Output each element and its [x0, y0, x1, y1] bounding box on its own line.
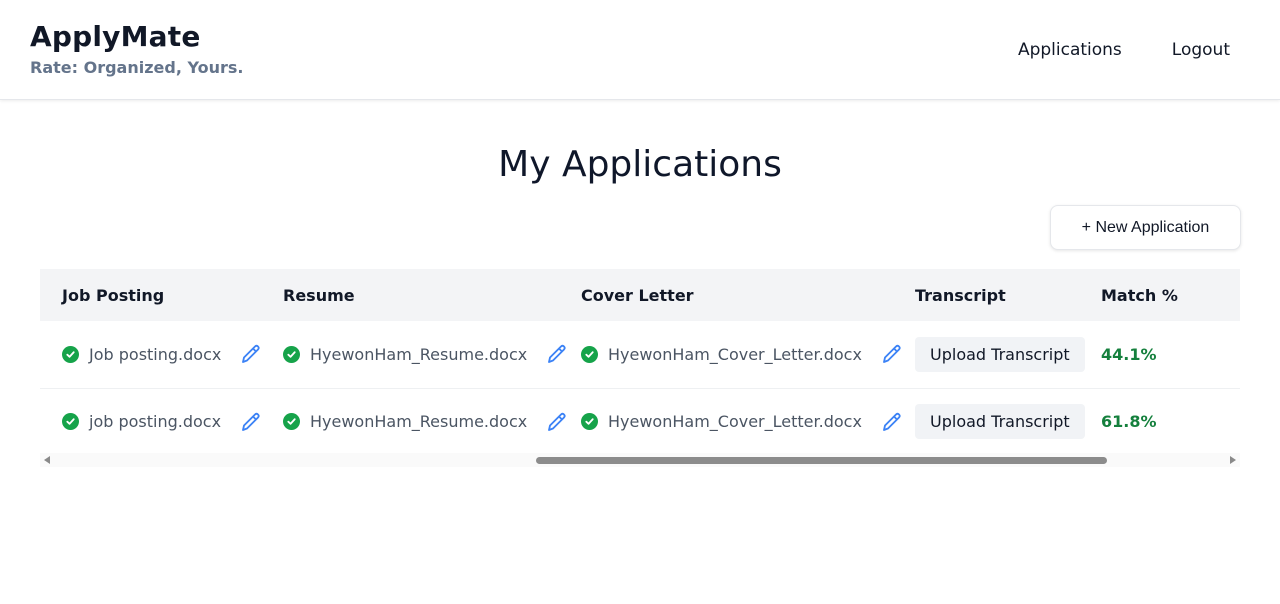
- table-header-row: Job Posting Resume Cover Letter Transcri…: [40, 269, 1240, 321]
- transcript-cell: Upload Transcript: [893, 388, 1085, 455]
- edit-cover-letter-pencil-icon[interactable]: [880, 410, 904, 434]
- check-circle-icon: [283, 345, 300, 363]
- resume-cell: HyewonHam_Resume.docx: [261, 388, 566, 455]
- table-row: Job posting.docx HyewonHam_Resume.docx H…: [40, 321, 1240, 388]
- column-header-resume: Resume: [283, 285, 355, 305]
- edit-job-posting-pencil-icon[interactable]: [239, 410, 263, 434]
- brand: ApplyMate Rate: Organized, Yours.: [30, 18, 243, 78]
- column-header-job-posting: Job Posting: [62, 285, 165, 305]
- page-title: My Applications: [498, 144, 782, 185]
- nav-logout-link[interactable]: Logout: [1172, 38, 1230, 62]
- scroll-right-arrow-icon[interactable]: [1230, 456, 1236, 464]
- nav-applications-link[interactable]: Applications: [1018, 38, 1122, 62]
- table-row: job posting.docx HyewonHam_Resume.docx H…: [40, 388, 1240, 455]
- check-circle-icon: [581, 413, 598, 430]
- check-circle-icon: [581, 345, 598, 363]
- new-application-button[interactable]: + New Application: [1050, 205, 1241, 250]
- match-percentage: 61.8%: [1101, 412, 1157, 431]
- column-header-transcript: Transcript: [915, 285, 1006, 305]
- cover-letter-cell: HyewonHam_Cover_Letter.docx: [559, 388, 901, 455]
- job-posting-cell: Job posting.docx: [40, 321, 261, 388]
- app-tagline: Rate: Organized, Yours.: [30, 58, 244, 77]
- match-percentage: 44.1%: [1101, 344, 1157, 364]
- check-circle-icon: [283, 413, 300, 430]
- check-circle-icon: [62, 413, 79, 430]
- edit-job-posting-pencil-icon[interactable]: [239, 342, 263, 366]
- scrollbar-thumb[interactable]: [536, 457, 1107, 464]
- scroll-left-arrow-icon[interactable]: [44, 456, 50, 464]
- cover-letter-filename: HyewonHam_Cover_Letter.docx: [608, 412, 862, 431]
- transcript-cell: Upload Transcript: [893, 321, 1085, 388]
- job-posting-cell: job posting.docx: [40, 388, 261, 455]
- upload-transcript-button[interactable]: Upload Transcript: [915, 336, 1085, 372]
- match-cell: 44.1%: [1079, 321, 1240, 388]
- cover-letter-filename: HyewonHam_Cover_Letter.docx: [608, 344, 862, 364]
- app-title[interactable]: ApplyMate: [30, 18, 243, 56]
- resume-cell: HyewonHam_Resume.docx: [261, 321, 566, 388]
- applications-table: Job Posting Resume Cover Letter Transcri…: [40, 269, 1240, 456]
- column-header-cover-letter: Cover Letter: [581, 285, 694, 305]
- job-posting-filename: job posting.docx: [89, 412, 222, 431]
- check-circle-icon: [62, 345, 79, 363]
- horizontal-scrollbar[interactable]: [40, 453, 1240, 467]
- column-header-match: Match %: [1101, 285, 1178, 305]
- edit-resume-pencil-icon[interactable]: [545, 410, 569, 434]
- edit-cover-letter-pencil-icon[interactable]: [880, 342, 904, 366]
- app-header: ApplyMate Rate: Organized, Yours. Applic…: [0, 0, 1280, 100]
- resume-filename: HyewonHam_Resume.docx: [310, 344, 528, 364]
- upload-transcript-button[interactable]: Upload Transcript: [915, 404, 1085, 439]
- cover-letter-cell: HyewonHam_Cover_Letter.docx: [559, 321, 901, 388]
- top-nav: Applications Logout: [1018, 38, 1230, 62]
- job-posting-filename: Job posting.docx: [89, 344, 222, 364]
- edit-resume-pencil-icon[interactable]: [545, 342, 569, 366]
- applications-table-container: Job Posting Resume Cover Letter Transcri…: [40, 269, 1240, 467]
- match-cell: 61.8%: [1079, 388, 1240, 455]
- resume-filename: HyewonHam_Resume.docx: [310, 412, 528, 431]
